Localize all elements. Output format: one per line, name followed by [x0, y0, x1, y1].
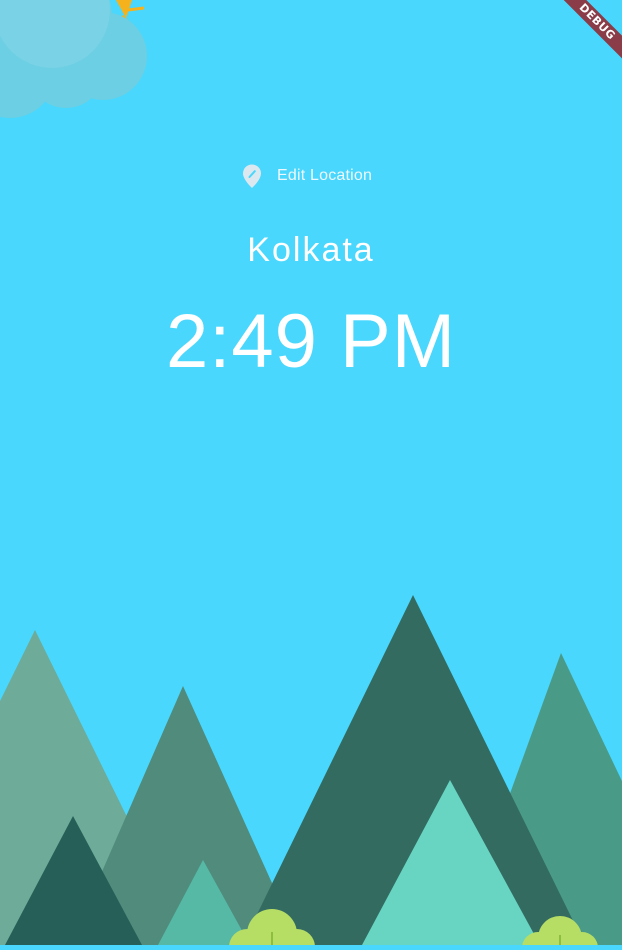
- mountain-range: [0, 595, 622, 945]
- current-time: 2:49 PM: [165, 299, 457, 384]
- location-pin-icon: [239, 163, 265, 189]
- edit-location-button[interactable]: Edit Location: [239, 163, 372, 189]
- background-scene: [0, 0, 622, 950]
- edit-location-label: Edit Location: [277, 167, 373, 184]
- city-name: Kolkata: [247, 231, 375, 269]
